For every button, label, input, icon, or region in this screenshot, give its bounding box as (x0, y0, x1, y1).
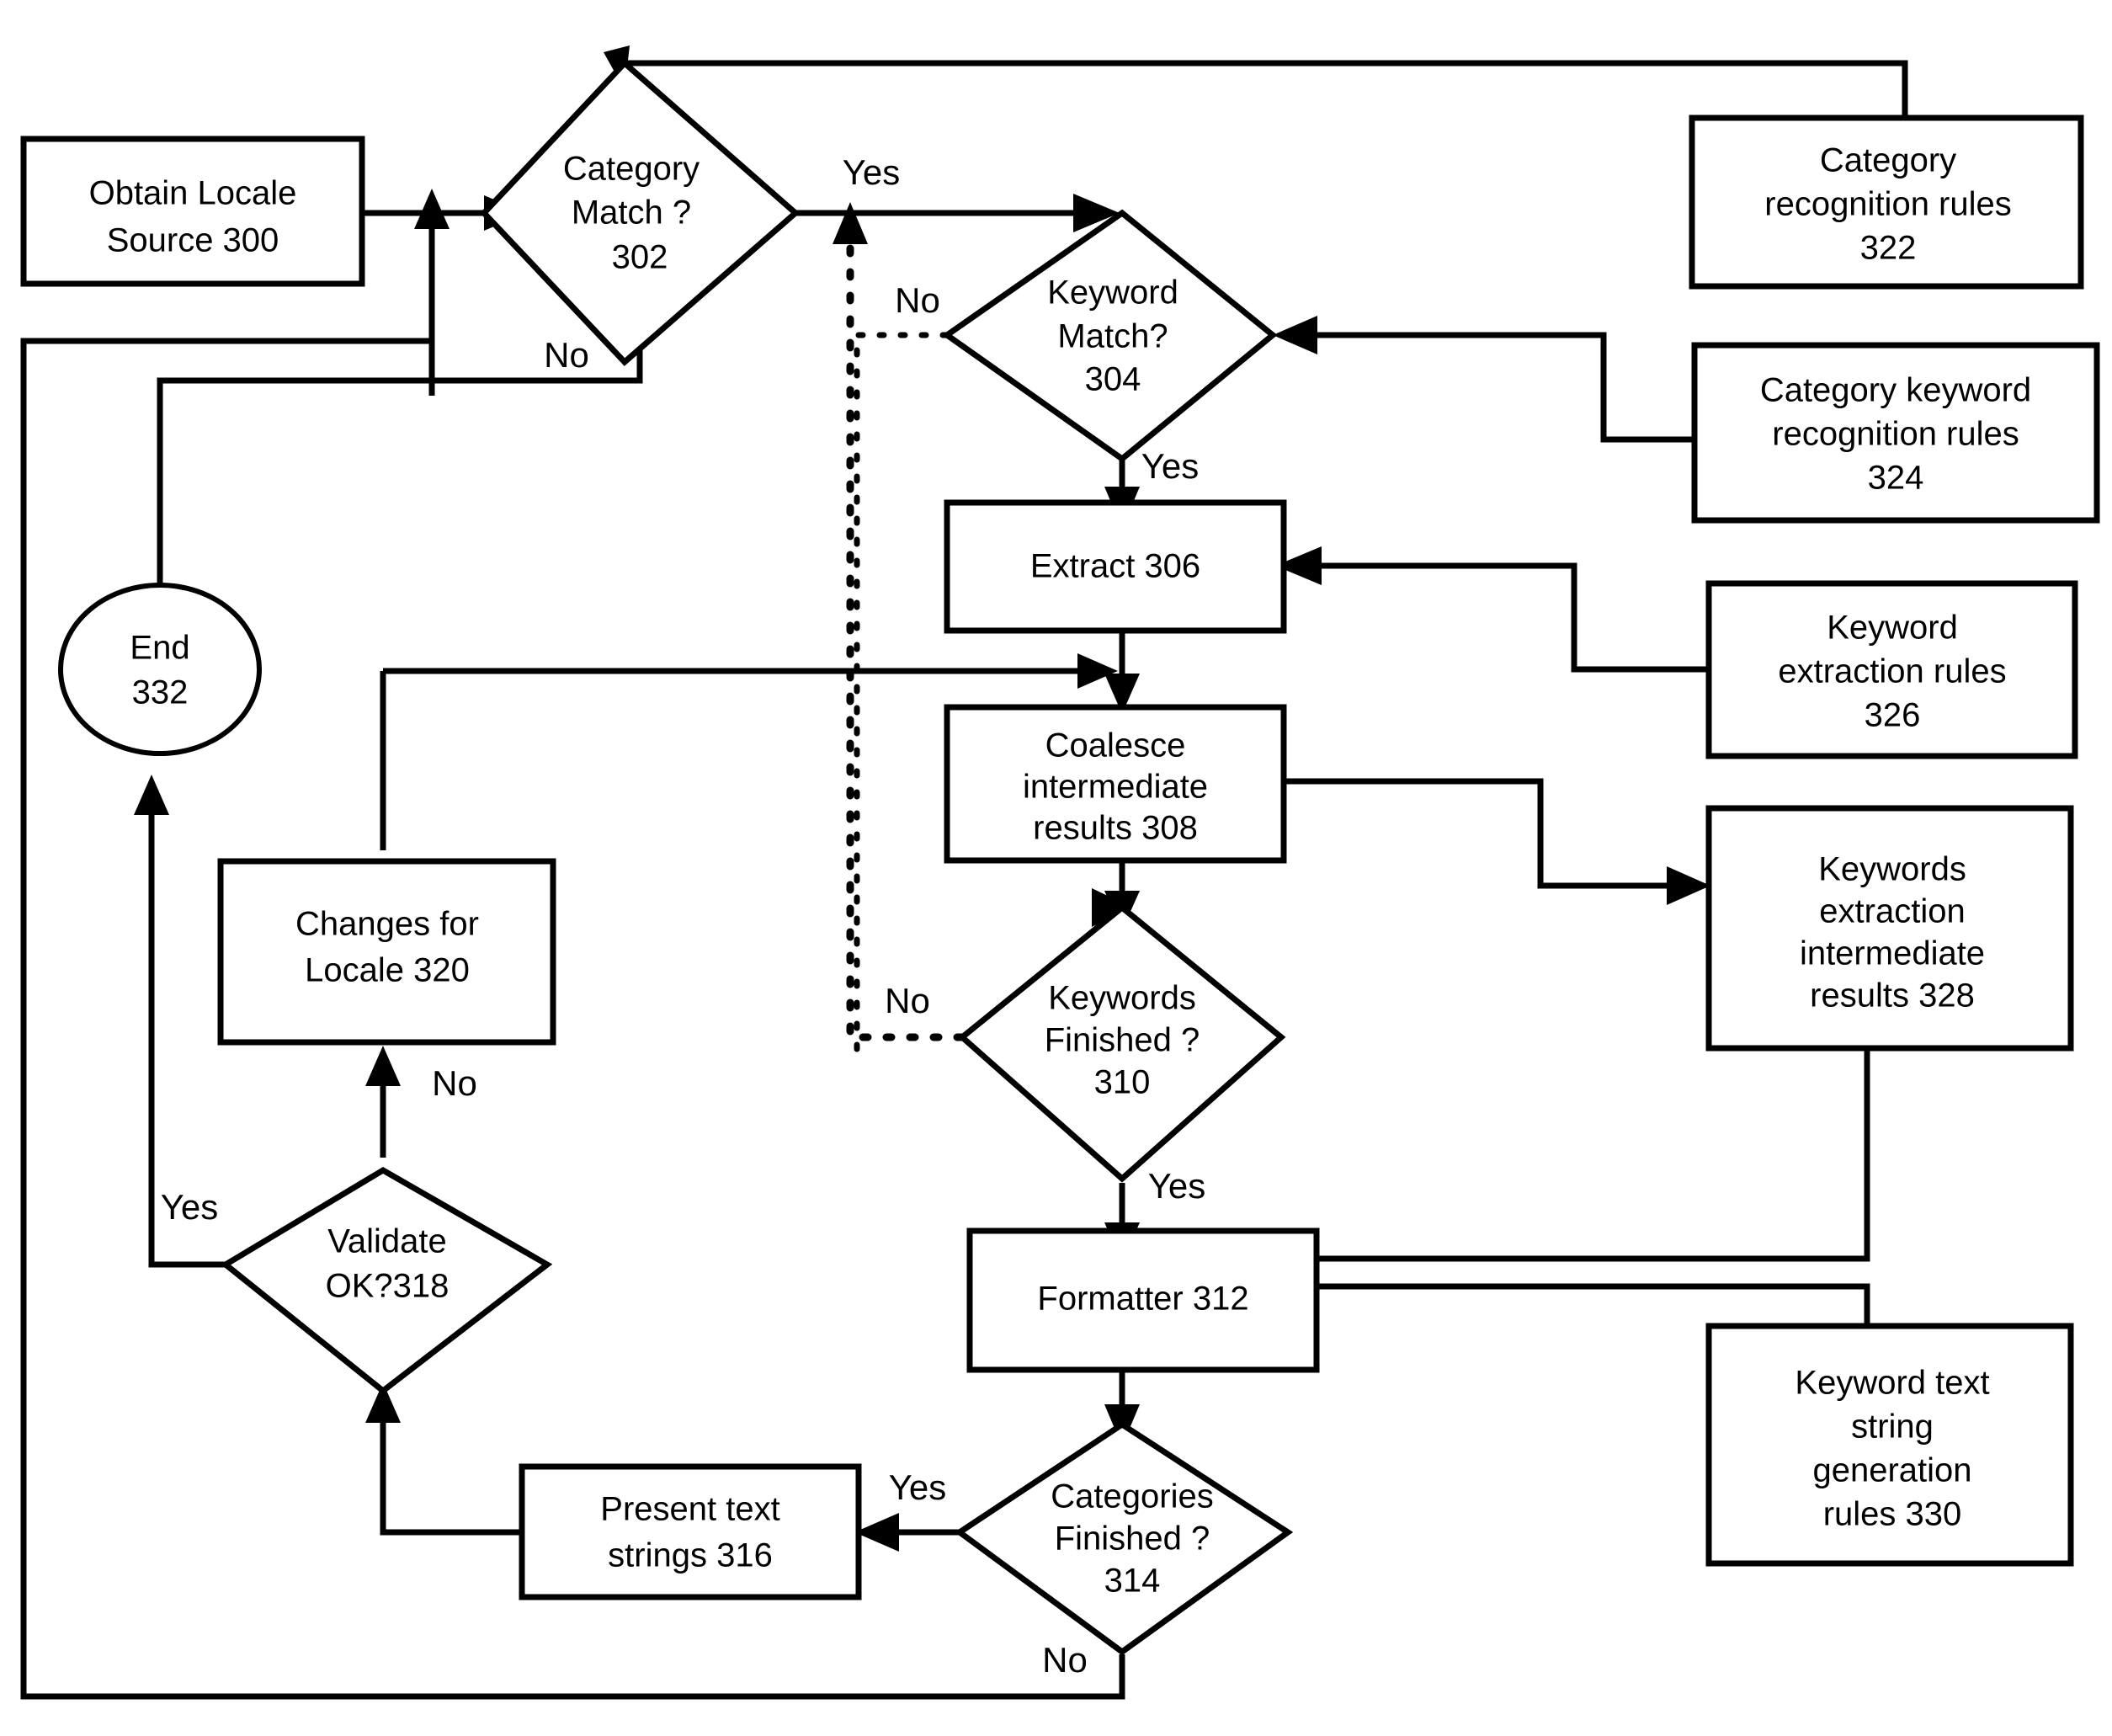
node-obtain-locale-source-300[interactable]: Obtain Locale Source 300 (20, 136, 365, 287)
node-318-label-line2: OK?318 (326, 1268, 450, 1305)
node-322-label-line3: 322 (1860, 230, 1917, 267)
node-322-label-line2: recognition rules (1764, 186, 2012, 223)
edge-label-validate-yes: Yes (161, 1187, 219, 1227)
edge-308-to-328 (1286, 778, 1667, 889)
node-present-text-strings-316[interactable]: Present text strings 316 (519, 1463, 862, 1600)
node-302-label-line1: Category (563, 151, 700, 188)
node-328-label-line4: results 328 (1810, 977, 1975, 1014)
edge-label-categories-finished-no: No (1042, 1640, 1088, 1680)
edge-label-keywords-finished-yes: Yes (1148, 1166, 1206, 1206)
edge-316-to-318 (380, 1423, 522, 1536)
node-326-label-line2: extraction rules (1778, 653, 2006, 690)
node-328-label-line1: Keywords (1818, 851, 1966, 888)
node-keyword-match-304[interactable]: Keyword Match? 304 (941, 209, 1278, 463)
node-extract-306[interactable]: Extract 306 (944, 499, 1287, 634)
node-314-label-line3: 314 (1104, 1563, 1161, 1600)
node-keywords-extraction-intermediate-results-328[interactable]: Keywords extraction intermediate results… (1705, 805, 2074, 1052)
node-keyword-text-string-generation-rules-330[interactable]: Keyword text string generation rules 330 (1705, 1323, 2074, 1567)
node-310-label-line2: Finished ? (1045, 1022, 1200, 1059)
edge-310-no-dotted-loop (846, 227, 966, 1041)
edge-label-validate-no: No (432, 1063, 477, 1103)
node-keyword-extraction-rules-326[interactable]: Keyword extraction rules 326 (1705, 580, 2078, 759)
node-332-label-line2: 332 (132, 674, 189, 711)
edge-324-to-304 (1317, 332, 1694, 443)
node-308-label-line1: Coalesce (1045, 727, 1186, 764)
node-coalesce-308[interactable]: Coalesce intermediate results 308 (944, 704, 1287, 864)
node-304-label-line1: Keyword (1047, 274, 1178, 312)
node-326-label-line1: Keyword (1827, 610, 1958, 647)
edge-label-category-match-yes: Yes (843, 152, 901, 192)
edge-328-to-312 (1317, 1048, 1870, 1262)
node-304-label-line3: 304 (1085, 361, 1141, 398)
arrowhead-324-to-304 (1273, 316, 1317, 354)
node-300-label-line2: Source 300 (107, 222, 279, 259)
node-306-label: Extract 306 (1030, 548, 1200, 585)
edge-302-no-to-end (157, 349, 643, 594)
edge-label-keyword-match-no: No (895, 280, 940, 320)
node-320-label-line1: Changes for (295, 906, 479, 943)
node-316-label-line2: strings 316 (608, 1537, 773, 1574)
node-324-label-line1: Category keyword (1760, 372, 2031, 409)
flowchart-canvas: Obtain Locale Source 300 Category Match … (0, 0, 2112, 1736)
node-332-label-line1: End (130, 630, 189, 667)
node-category-recognition-rules-322[interactable]: Category recognition rules 322 (1689, 114, 2084, 290)
flowchart-svg: Obtain Locale Source 300 Category Match … (20, 45, 2100, 1700)
node-308-label-line2: intermediate (1023, 769, 1208, 806)
edge-label-keywords-finished-no: No (885, 981, 930, 1020)
node-314-label-line1: Categories (1051, 1478, 1213, 1515)
node-end-332[interactable]: End 332 (58, 583, 262, 756)
node-formatter-312[interactable]: Formatter 312 (966, 1227, 1320, 1373)
node-302-label-line3: 302 (612, 239, 668, 276)
node-categories-finished-314[interactable]: Categories Finished ? 314 (954, 1420, 1294, 1656)
node-300-label-line1: Obtain Locale (89, 175, 297, 212)
node-changes-for-locale-320[interactable]: Changes for Locale 320 (217, 858, 556, 1046)
arrowhead-318-yes-to-end (134, 775, 169, 815)
node-324-label-line3: 324 (1868, 460, 1924, 497)
edge-322-to-302 (625, 60, 1908, 120)
node-keywords-finished-310[interactable]: Keywords Finished ? 310 (957, 903, 1286, 1183)
node-330-label-line1: Keyword text (1795, 1365, 1989, 1402)
node-332-ellipse (58, 583, 262, 756)
node-category-match-302[interactable]: Category Match ? 302 (480, 59, 801, 366)
node-330-label-line3: generation (1812, 1452, 1971, 1489)
node-308-label-line3: results 308 (1033, 810, 1198, 847)
node-316-label-line1: Present text (600, 1491, 779, 1528)
edge-326-to-306 (1322, 562, 1709, 673)
node-validate-ok-318[interactable]: Validate OK?318 (220, 1166, 553, 1395)
edge-label-keyword-match-yes: Yes (1141, 446, 1200, 486)
node-330-label-line2: string (1851, 1409, 1934, 1446)
node-304-label-line2: Match? (1057, 318, 1168, 355)
arrowhead-318-no-to-320 (365, 1046, 401, 1086)
node-328-label-line3: intermediate (1800, 935, 1985, 972)
node-316-box (519, 1463, 862, 1600)
node-302-label-line2: Match ? (572, 194, 691, 232)
node-324-label-line2: recognition rules (1772, 416, 2019, 453)
node-320-label-line2: Locale 320 (305, 952, 470, 989)
arrowhead-310-no-dotted-loop (833, 202, 868, 244)
node-322-label-line1: Category (1820, 142, 1956, 179)
node-314-label-line2: Finished ? (1055, 1520, 1210, 1558)
arrowhead-loopback-merge-302 (414, 189, 450, 229)
node-318-label-line1: Validate (327, 1223, 447, 1260)
node-328-label-line2: extraction (1819, 893, 1965, 930)
node-310-label-line1: Keywords (1048, 980, 1196, 1017)
edge-label-category-match-no: No (544, 335, 589, 375)
node-category-keyword-recognition-rules-324[interactable]: Category keyword recognition rules 324 (1691, 342, 2100, 524)
node-326-label-line3: 326 (1865, 697, 1921, 734)
edge-label-categories-finished-yes: Yes (889, 1467, 947, 1507)
node-330-label-line4: rules 330 (1823, 1496, 1962, 1533)
edge-304-no-dotted (854, 332, 950, 1064)
node-312-label: Formatter 312 (1037, 1281, 1248, 1318)
arrowhead-308-to-328 (1667, 866, 1710, 905)
node-310-label-line3: 310 (1094, 1064, 1151, 1101)
